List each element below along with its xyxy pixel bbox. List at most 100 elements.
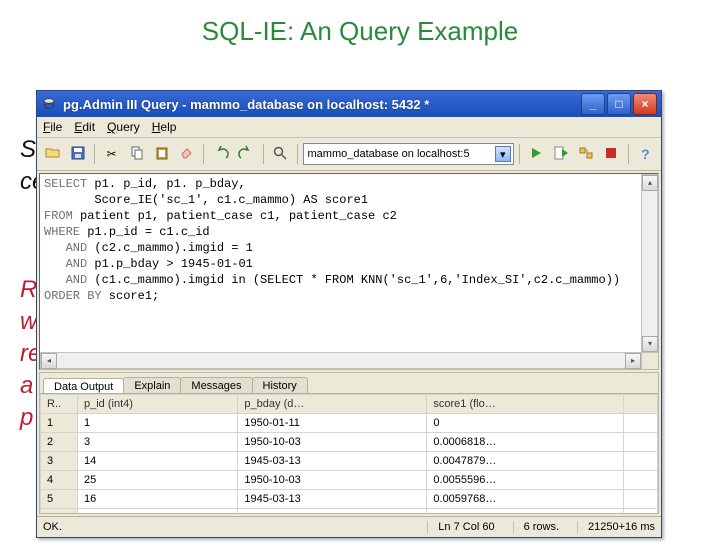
cell-bday: 1945-03-13 (238, 452, 427, 471)
window-titlebar[interactable]: pg.Admin III Query - mammo_database on l… (37, 91, 661, 117)
toolbar-separator (297, 144, 298, 164)
slide-bg-text-s: S (20, 136, 36, 165)
play-icon (529, 146, 543, 163)
toolbar-separator (203, 144, 204, 164)
cell-score: 0.0006818… (427, 433, 624, 452)
cut-button[interactable]: ✂ (100, 142, 123, 166)
sql-content[interactable]: SELECT p1. p_id, p1. p_bday, Score_IE('s… (40, 174, 658, 306)
slide-bg-text-a: a (20, 372, 33, 401)
sql-editor[interactable]: SELECT p1. p_id, p1. p_bday, Score_IE('s… (39, 173, 659, 370)
cell-rownum: 5 (41, 490, 78, 509)
cell-pid: 14 (78, 452, 238, 471)
pgadmin-window: pg.Admin III Query - mammo_database on l… (36, 90, 662, 538)
minimize-button[interactable]: _ (581, 93, 605, 115)
cell-pid: 16 (78, 490, 238, 509)
eraser-icon (179, 145, 195, 164)
table-row[interactable]: 6131950-03-030.0347958… (41, 509, 658, 514)
status-bar: OK. Ln 7 Col 60 6 rows. 21250+16 ms (37, 516, 661, 537)
toolbar-separator (263, 144, 264, 164)
toolbar-separator (519, 144, 520, 164)
explain-icon (578, 145, 594, 164)
table-row[interactable]: 4251950-10-030.0055596… (41, 471, 658, 490)
cell-score: 0.0347958… (427, 509, 624, 514)
tab-messages[interactable]: Messages (180, 377, 252, 393)
cell-score: 0.0047879… (427, 452, 624, 471)
table-row[interactable]: 231950-10-030.0006818… (41, 433, 658, 452)
results-grid-wrap[interactable]: R.. p_id (int4) p_bday (d… score1 (flo… … (40, 393, 658, 513)
cell-bday: 1950-01-11 (238, 414, 427, 433)
window-title: pg.Admin III Query - mammo_database on l… (63, 97, 579, 112)
open-button[interactable] (41, 142, 64, 166)
stop-icon (604, 146, 618, 163)
clear-button[interactable] (175, 142, 198, 166)
editor-scrollbar-h[interactable]: ◂ ▸ (40, 352, 642, 369)
scissors-icon: ✂ (107, 147, 117, 161)
slide-bg-text-p: p (20, 404, 33, 433)
database-selector[interactable]: mammo_database on localhost:5 ▾ (303, 143, 514, 165)
menu-edit[interactable]: Edit (74, 120, 95, 134)
find-button[interactable] (268, 142, 291, 166)
folder-open-icon (45, 145, 61, 164)
menu-help[interactable]: Help (152, 120, 177, 134)
cell-filler (624, 509, 658, 514)
table-row[interactable]: 3141945-03-130.0047879… (41, 452, 658, 471)
execute-button[interactable] (525, 142, 548, 166)
status-rows: 6 rows. (513, 521, 559, 533)
search-icon (272, 145, 288, 164)
slide-title: SQL-IE: An Query Example (0, 16, 720, 47)
tab-data-output[interactable]: Data Output (43, 378, 124, 394)
scroll-corner (642, 353, 658, 369)
database-selector-value: mammo_database on localhost:5 (308, 148, 470, 160)
execute-file-button[interactable] (550, 142, 573, 166)
toolbar: ✂ mammo_database on localhost:5 ▾ ? (37, 138, 661, 171)
status-cursor: Ln 7 Col 60 (427, 521, 494, 533)
col-rownum[interactable]: R.. (41, 395, 78, 414)
close-button[interactable]: × (633, 93, 657, 115)
table-row[interactable]: 111950-01-110 (41, 414, 658, 433)
cell-pid: 13 (78, 509, 238, 514)
cell-bday: 1950-10-03 (238, 471, 427, 490)
cell-rownum: 6 (41, 509, 78, 514)
maximize-button[interactable]: □ (607, 93, 631, 115)
menu-file[interactable]: File (43, 120, 62, 134)
results-grid: R.. p_id (int4) p_bday (d… score1 (flo… … (40, 394, 658, 513)
cancel-query-button[interactable] (600, 142, 623, 166)
editor-scrollbar-v[interactable]: ▴ ▾ (641, 174, 658, 353)
status-ok: OK. (43, 521, 409, 533)
undo-button[interactable] (209, 142, 232, 166)
copy-button[interactable] (125, 142, 148, 166)
cell-filler (624, 452, 658, 471)
scroll-down-icon[interactable]: ▾ (642, 336, 658, 352)
tab-history[interactable]: History (252, 377, 308, 393)
redo-button[interactable] (234, 142, 257, 166)
help-button[interactable]: ? (634, 142, 657, 166)
slide-bg-text-w: w (20, 308, 37, 337)
scroll-left-icon[interactable]: ◂ (41, 353, 57, 369)
col-bday[interactable]: p_bday (d… (238, 395, 427, 414)
tab-explain[interactable]: Explain (123, 377, 181, 393)
paste-button[interactable] (150, 142, 173, 166)
cell-rownum: 1 (41, 414, 78, 433)
menu-query[interactable]: Query (107, 120, 140, 134)
undo-icon (213, 145, 229, 164)
results-pane: Data Output Explain Messages History R..… (39, 372, 659, 514)
table-row[interactable]: 5161945-03-130.0059768… (41, 490, 658, 509)
cell-rownum: 4 (41, 471, 78, 490)
explain-button[interactable] (575, 142, 598, 166)
cell-filler (624, 433, 658, 452)
scroll-up-icon[interactable]: ▴ (642, 175, 658, 191)
status-time: 21250+16 ms (577, 521, 655, 533)
toolbar-separator (94, 144, 95, 164)
redo-icon (238, 145, 254, 164)
cell-filler (624, 471, 658, 490)
floppy-icon (70, 145, 86, 164)
cell-filler (624, 490, 658, 509)
toolbar-separator (628, 144, 629, 164)
cell-pid: 3 (78, 433, 238, 452)
scroll-right-icon[interactable]: ▸ (625, 353, 641, 369)
save-button[interactable] (66, 142, 89, 166)
cell-score: 0.0059768… (427, 490, 624, 509)
col-pid[interactable]: p_id (int4) (78, 395, 238, 414)
col-score[interactable]: score1 (flo… (427, 395, 624, 414)
cell-bday: 1950-03-03 (238, 509, 427, 514)
